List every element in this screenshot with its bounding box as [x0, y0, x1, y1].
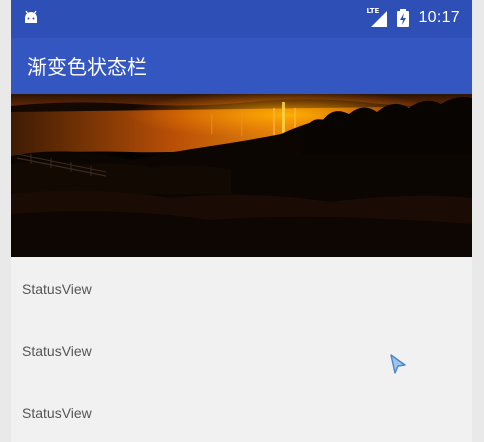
- pointer-arrow-icon: [390, 354, 406, 374]
- list-item-label: StatusView: [22, 281, 92, 297]
- app-toolbar: 渐变色状态栏: [11, 38, 472, 94]
- app-screen: LTE 10:17 渐变色状态栏 StatusView StatusView S…: [11, 0, 472, 442]
- status-bar: LTE 10:17: [11, 0, 472, 38]
- battery-charging-icon: [397, 9, 410, 27]
- sunset-landscape-image: [11, 94, 472, 257]
- android-notification-icon: [25, 10, 37, 23]
- list-item-label: StatusView: [22, 405, 92, 421]
- list-item-label: StatusView: [22, 343, 92, 359]
- list-item[interactable]: StatusView: [11, 257, 472, 319]
- list-item[interactable]: StatusView: [11, 381, 472, 442]
- clock: 10:17: [418, 9, 460, 26]
- lte-signal: LTE: [366, 7, 388, 27]
- signal-strength-icon: [371, 11, 388, 27]
- status-view-list: StatusView StatusView StatusView: [11, 257, 472, 442]
- status-indicators: LTE 10:17: [366, 6, 460, 30]
- toolbar-title: 渐变色状态栏: [27, 55, 147, 79]
